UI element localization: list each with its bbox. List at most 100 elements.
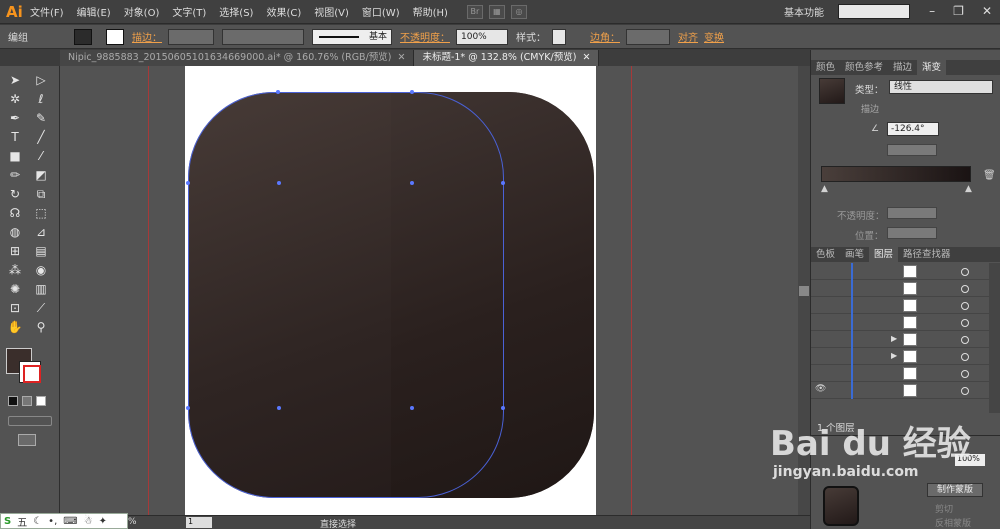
stroke-label[interactable]: 描边： <box>132 29 162 44</box>
mesh-icon[interactable]: ⊞ <box>4 243 26 259</box>
expand-arrow-icon[interactable]: ▶ <box>891 351 897 360</box>
layer-row[interactable] <box>811 314 989 331</box>
direct-selection-tool-icon[interactable]: ▷ <box>30 72 52 88</box>
expand-arrow-icon[interactable]: ▶ <box>891 334 897 343</box>
transform-link[interactable]: 变换 <box>704 29 724 44</box>
opacity-field[interactable]: 100% <box>456 28 508 45</box>
menu-file[interactable]: 文件(F) <box>30 4 64 19</box>
stroke-swatch-none[interactable] <box>106 28 124 45</box>
search-input[interactable] <box>838 4 910 19</box>
keyboard-icon[interactable]: ⌨ <box>63 516 77 527</box>
punctuation-icon[interactable]: •, <box>48 516 57 527</box>
menu-effect[interactable]: 效果(C) <box>266 4 301 19</box>
anchor-point[interactable] <box>410 90 414 94</box>
anchor-point[interactable] <box>277 406 281 410</box>
layers-scrollbar[interactable] <box>989 263 1000 413</box>
current-tool-label[interactable]: 直接选择 <box>320 517 356 529</box>
anchor-point[interactable] <box>501 181 505 185</box>
blend-icon[interactable]: ◉ <box>30 262 52 278</box>
column-graph-icon[interactable]: ▥ <box>30 281 52 297</box>
skin-icon[interactable]: ☃ <box>84 516 93 527</box>
delete-stop-icon[interactable]: 🗑 <box>983 170 996 181</box>
object-thumbnail[interactable] <box>823 486 859 526</box>
moon-icon[interactable]: ☾ <box>33 516 42 527</box>
gradient-preview[interactable] <box>819 78 845 104</box>
target-icon[interactable] <box>961 285 969 293</box>
layer-row[interactable]: ▶ <box>811 331 989 348</box>
gpu-performance-icon[interactable]: ◎ <box>510 4 527 19</box>
tab-untitled-doc[interactable]: 未标题-1* @ 132.8% (CMYK/预览) ✕ <box>414 50 600 66</box>
layer-row[interactable] <box>811 365 989 382</box>
anchor-point[interactable] <box>501 406 505 410</box>
close-icon[interactable]: ✕ <box>582 52 590 63</box>
rectangle-icon[interactable]: ■ <box>4 148 26 164</box>
pencil-icon[interactable]: ✏ <box>4 167 26 183</box>
pen-icon[interactable]: ✒ <box>4 110 26 126</box>
fill-swatch[interactable] <box>74 28 92 45</box>
menu-help[interactable]: 帮助(H) <box>413 4 448 19</box>
gradient-type-select[interactable]: 线性 <box>889 80 993 94</box>
scale-icon[interactable]: ⧉ <box>30 186 52 202</box>
arrange-documents-icon[interactable]: ▦ <box>488 4 505 19</box>
eyedropper-icon[interactable]: ⁂ <box>4 262 26 278</box>
target-icon[interactable] <box>961 370 969 378</box>
anchor-point[interactable] <box>276 90 280 94</box>
anchor-point[interactable] <box>277 181 281 185</box>
brush-definition[interactable]: 基本 <box>312 28 392 45</box>
minimize-icon[interactable]: – <box>929 4 935 18</box>
tab-color-guide[interactable]: 颜色参考 <box>840 60 888 75</box>
corner-label[interactable]: 边角： <box>590 29 620 44</box>
scroll-thumb[interactable] <box>799 286 809 296</box>
target-icon[interactable] <box>961 336 969 344</box>
anchor-point[interactable] <box>186 181 190 185</box>
make-mask-button[interactable]: 制作蒙版 <box>927 483 983 497</box>
tab-color[interactable]: 颜色 <box>811 60 840 75</box>
menu-window[interactable]: 窗口(W) <box>362 4 400 19</box>
zoom-field[interactable]: % <box>128 517 137 527</box>
settings-icon[interactable]: ✦ <box>99 516 107 527</box>
layer-row[interactable] <box>811 263 989 280</box>
tab-layers[interactable]: 图层 <box>869 247 899 262</box>
layer-row[interactable]: 👁 <box>811 382 989 399</box>
restore-icon[interactable]: ❐ <box>953 4 964 18</box>
anchor-point[interactable] <box>186 406 190 410</box>
layer-row[interactable]: ▶ <box>811 348 989 365</box>
stroke-weight-field[interactable] <box>168 28 214 45</box>
gradient-angle-field[interactable]: -126.4° <box>887 122 939 136</box>
gradient-slider[interactable] <box>821 166 971 182</box>
clip-checkbox[interactable]: 剪切 <box>935 502 953 515</box>
tab-swatches[interactable]: 色板 <box>811 247 840 262</box>
gradient-icon[interactable]: ▤ <box>30 243 52 259</box>
warp-icon[interactable]: ☊ <box>4 205 26 221</box>
magic-wand-icon[interactable]: ✲ <box>4 91 26 107</box>
menu-edit[interactable]: 编辑(E) <box>77 4 111 19</box>
variable-width-profile[interactable] <box>222 28 304 45</box>
zoom-icon[interactable]: ⚲ <box>30 319 52 335</box>
anchor-point[interactable] <box>410 406 414 410</box>
symbol-sprayer-icon[interactable]: ✺ <box>4 281 26 297</box>
style-swatch[interactable] <box>552 28 566 45</box>
align-link[interactable]: 对齐 <box>678 29 698 44</box>
target-icon[interactable] <box>961 353 969 361</box>
curvature-icon[interactable]: ✎ <box>30 110 52 126</box>
tab-stroke[interactable]: 描边 <box>888 60 917 75</box>
bridge-icon[interactable]: Br <box>466 4 483 19</box>
free-transform-icon[interactable]: ⬚ <box>30 205 52 221</box>
lasso-icon[interactable]: ℓ <box>30 91 52 107</box>
menu-view[interactable]: 视图(V) <box>314 4 349 19</box>
gradient-button[interactable] <box>22 396 32 406</box>
stroke-swatch[interactable] <box>19 361 41 383</box>
eraser-icon[interactable]: ◩ <box>30 167 52 183</box>
screen-mode-icon[interactable] <box>18 434 36 446</box>
selection-tool-icon[interactable]: ➤ <box>4 72 26 88</box>
color-stop-left[interactable]: ▲ <box>821 184 828 194</box>
type-icon[interactable]: T <box>4 129 26 145</box>
close-icon[interactable]: ✕ <box>397 52 405 63</box>
layer-row[interactable] <box>811 280 989 297</box>
hand-icon[interactable]: ✋ <box>4 319 26 335</box>
artboard-icon[interactable]: ⊡ <box>4 300 26 316</box>
rotate-icon[interactable]: ↻ <box>4 186 26 202</box>
menu-object[interactable]: 对象(O) <box>124 4 160 19</box>
tab-brushes[interactable]: 画笔 <box>840 247 869 262</box>
color-button[interactable] <box>8 396 18 406</box>
